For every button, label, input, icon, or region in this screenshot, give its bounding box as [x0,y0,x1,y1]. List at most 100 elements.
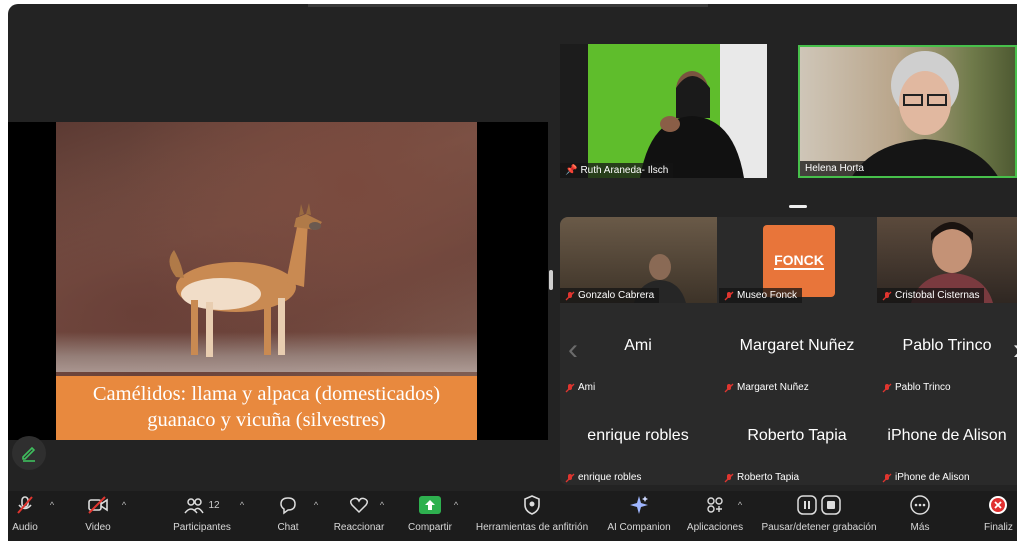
mic-muted-icon [724,383,734,392]
slide-caption: Camélidos: llama y alpaca (domesticados)… [56,376,477,440]
chevron-up-icon: ^ [49,500,55,510]
mic-muted-icon [882,473,892,482]
participant-name: Ruth Araneda- Ilsch [580,165,669,176]
participants-options-caret[interactable]: ^ [236,491,248,541]
participant-display-name: Pablo Trinco [902,337,992,354]
mic-muted-icon [882,291,892,300]
more-button[interactable]: Más [902,491,938,541]
presentation-slide: Camélidos: llama y alpaca (domesticados)… [56,122,477,440]
stop-icon [821,495,841,515]
video-label: Video [85,522,111,533]
mic-muted-icon [565,383,575,392]
gallery-prev-page-button[interactable]: ‹ [568,335,578,365]
participant-name-bar: Roberto Tapia [719,470,804,485]
name-tile-enrique[interactable]: enrique robles enrique robles [560,399,716,485]
pause-icon [797,495,817,515]
chevron-up-icon: ^ [737,500,743,510]
more-icon [910,495,930,515]
name-tile-roberto[interactable]: Roberto Tapia Roberto Tapia [719,399,875,485]
participant-display-name: Ami [624,337,652,354]
chevron-up-icon: ^ [313,500,319,510]
shield-icon [524,495,540,515]
react-options-caret[interactable]: ^ [376,491,388,541]
participant-name: Roberto Tapia [737,472,800,483]
video-tile-helena[interactable]: Helena Horta [798,45,1017,178]
mic-muted-icon [17,496,33,514]
chevron-up-icon: ^ [379,500,385,510]
video-tile-cristobal[interactable]: Cristobal Cisternas [877,217,1017,303]
apps-icon [707,497,723,513]
audio-options-caret[interactable]: ^ [46,491,58,541]
chat-options-caret[interactable]: ^ [310,491,322,541]
chat-button[interactable]: Chat [270,491,306,541]
mic-muted-icon [565,473,575,482]
name-tile-ami[interactable]: Ami Ami [560,309,716,395]
participant-name: Cristobal Cisternas [895,290,980,301]
participant-display-name: Margaret Nuñez [739,337,855,354]
heart-icon [349,497,369,514]
participant-name-bar: Helena Horta [800,161,869,176]
caption-line-1: Camélidos: llama y alpaca (domesticados) [92,383,441,405]
pencil-icon [22,446,36,462]
participant-name-bar: iPhone de Alison [877,470,975,485]
participant-name-bar: Margaret Nuñez [719,380,814,395]
video-tile-ruth[interactable]: 📌 Ruth Araneda- Ilsch [560,44,767,178]
audio-button[interactable]: Audio [8,491,42,541]
gallery-panel: Gonzalo Cabrera FONCK Museo Fonck Cristo… [560,217,1017,485]
more-label: Más [910,522,930,533]
mic-muted-icon [724,473,734,482]
name-tile-margaret[interactable]: Margaret Nuñez Margaret Nuñez [719,309,875,395]
shared-screen[interactable]: Camélidos: llama y alpaca (domesticados)… [8,122,548,440]
mic-muted-icon [724,291,734,300]
chevron-up-icon: ^ [239,500,245,510]
video-button[interactable]: Video [78,491,118,541]
share-options-caret[interactable]: ^ [450,491,462,541]
participant-display-name: Roberto Tapia [747,427,847,444]
apps-options-caret[interactable]: ^ [734,491,746,541]
person-speaking [852,51,998,176]
pause-stop-recording-button[interactable]: Pausar/detener grabación [754,491,884,541]
guanaco-photo [169,203,322,357]
split-view-handle[interactable] [549,270,553,290]
collapse-gallery-handle[interactable] [789,205,807,208]
participant-name-bar: Ami [560,380,600,395]
logo-text: FONCK [774,252,824,270]
participant-name-bar: Pablo Trinco [877,380,956,395]
host-tools-label: Herramientas de anfitrión [475,522,589,533]
mic-muted-icon [882,383,892,392]
sparkle-icon [630,496,648,514]
participant-name: Pablo Trinco [895,382,951,393]
meeting-toolbar: Audio ^ Video ^ 12 Participantes ^ Chat … [8,491,1017,541]
participants-icon [184,498,205,514]
participant-name: iPhone de Alison [895,472,970,483]
ai-companion-button[interactable]: AI Companion [604,491,674,541]
ai-companion-label: AI Companion [607,522,671,533]
name-tile-pablo[interactable]: Pablo Trinco Pablo Trinco [877,309,1017,395]
participant-name: enrique robles [578,472,642,483]
video-tile-museo-fonck[interactable]: FONCK Museo Fonck [719,217,875,303]
participants-button[interactable]: 12 Participantes [164,491,240,541]
gallery-next-page-button[interactable]: › [1013,335,1017,365]
zoom-meeting-window: Camélidos: llama y alpaca (domesticados)… [8,4,1017,541]
audio-label: Audio [12,522,38,533]
chevron-up-icon: ^ [453,500,459,510]
window-top-edge [308,4,708,7]
chat-label: Chat [277,522,299,533]
caption-line-2: guanaco y vicuña (silvestres) [147,409,386,431]
person-signing [640,71,744,178]
end-meeting-button[interactable]: Finaliz [978,491,1017,541]
host-tools-button[interactable]: Herramientas de anfitrión [470,491,594,541]
participant-display-name: iPhone de Alison [887,427,1007,444]
name-tile-iphone-alison[interactable]: iPhone de Alison iPhone de Alison [877,399,1017,485]
participant-name: Gonzalo Cabrera [578,290,655,301]
participant-name: Ami [578,382,596,393]
video-tile-gonzalo[interactable]: Gonzalo Cabrera [560,217,717,303]
video-options-caret[interactable]: ^ [118,491,130,541]
end-label: Finaliz [984,522,1013,533]
participants-count: 12 [208,499,220,511]
annotate-button[interactable] [12,436,46,470]
record-label: Pausar/detener grabación [761,522,877,533]
participant-name: Margaret Nuñez [737,382,809,393]
participant-name-bar: Museo Fonck [719,288,803,303]
participants-label: Participantes [173,522,231,533]
